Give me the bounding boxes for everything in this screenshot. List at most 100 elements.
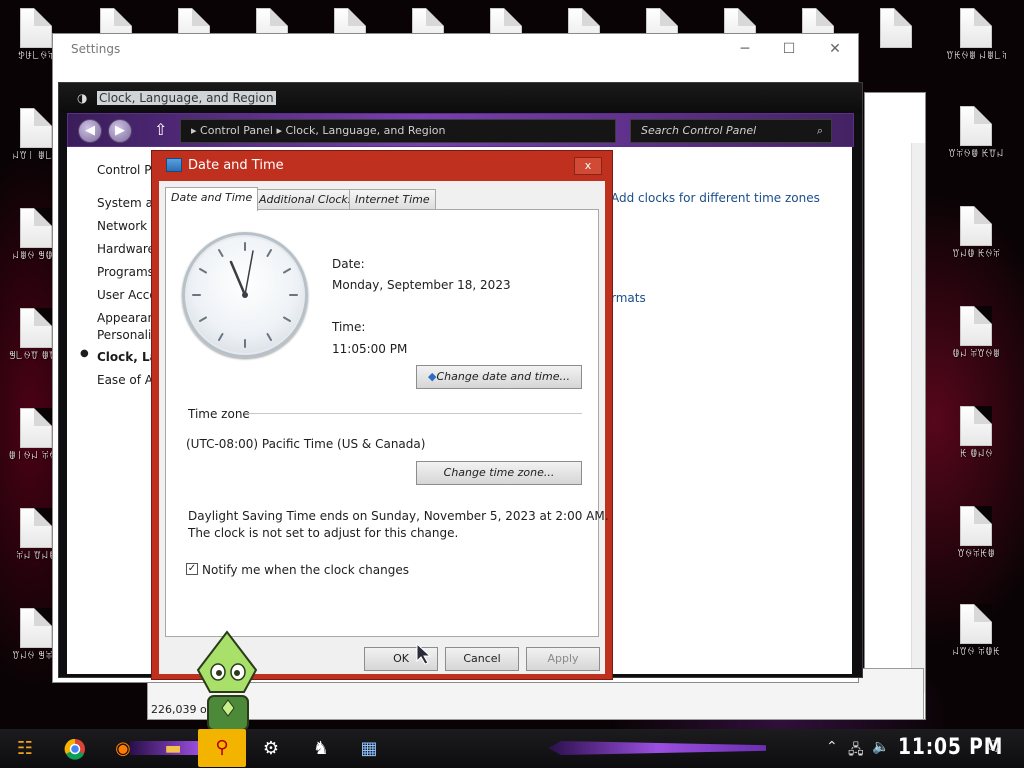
notification-icon[interactable]: 🗨: [984, 739, 1002, 755]
breadcrumb-separator-icon: ▸: [272, 124, 286, 137]
sidebar-item[interactable]: System ar: [97, 196, 155, 210]
bullet-icon: ●: [80, 348, 89, 359]
time-label: Time:: [332, 320, 366, 334]
background-window-panel: [864, 92, 926, 720]
tab-additional-clocks[interactable]: Additional Clocks: [253, 189, 360, 210]
calendar-clock-icon: [166, 158, 182, 172]
sidebar-item[interactable]: Hardware: [97, 242, 155, 256]
desktop-file-icon[interactable]: ꀘ ꂦꈤꍈ: [946, 406, 1006, 461]
file-icon: [960, 106, 992, 146]
taskbar-decoration: [548, 741, 766, 755]
start-button-icon[interactable]: ☷: [8, 732, 42, 766]
file-icon: [960, 306, 992, 346]
file-icon: [20, 108, 52, 148]
analog-clock-icon: [182, 232, 308, 358]
firefox-icon[interactable]: ◉: [106, 732, 140, 766]
maximize-button[interactable]: ☐: [773, 38, 805, 60]
sidebar-item[interactable]: Ease of A: [97, 373, 155, 387]
formats-link[interactable]: rmats: [611, 291, 646, 305]
tab-page-date-and-time: Date: Monday, September 18, 2023 Time: 1…: [165, 209, 609, 637]
settings-title: Settings: [71, 42, 121, 56]
address-bar[interactable]: ▸ Control Panel ▸ Clock, Language, and R…: [180, 119, 616, 143]
control-panel-titlebar: ◑ Clock, Language, and Region: [59, 83, 862, 113]
file-icon: [960, 406, 992, 446]
settings-gear-icon[interactable]: ⚙: [254, 732, 288, 766]
desktop-file-icon[interactable]: ꂦꈤ ꋖꀎꍈꂦ: [946, 306, 1006, 361]
sidebar-item[interactable]: Control Pa: [97, 163, 155, 177]
search-icon[interactable]: ⚲: [198, 729, 246, 767]
file-icon: [20, 208, 52, 248]
search-icon[interactable]: ⌕: [817, 120, 823, 142]
timezone-heading: Time zone: [188, 407, 250, 421]
date-time-app-icon[interactable]: ▦: [352, 732, 386, 766]
taskbar: ☷ ◉ ▬ ⚲ ⚙ ♞ ▦ ⌃ 🖧 🔈 11:05 PM 🗨: [0, 729, 1024, 768]
file-icon: [20, 308, 52, 348]
file-icon: [20, 408, 52, 448]
time-value: 11:05:00 PM: [332, 342, 408, 356]
notify-label[interactable]: Notify me when the clock changes: [202, 563, 409, 577]
cancel-button[interactable]: Cancel: [445, 647, 519, 671]
notify-checkbox[interactable]: ✓: [186, 563, 198, 575]
chrome-icon[interactable]: [58, 732, 92, 766]
tab-internet-time[interactable]: Internet Time: [349, 189, 436, 210]
up-arrow-icon[interactable]: ⇧: [154, 120, 167, 139]
navigation-bar: ◀ ▶ ⇧ ▸ Control Panel ▸ Clock, Language,…: [67, 113, 854, 147]
file-icon: [20, 608, 52, 648]
apply-button[interactable]: Apply: [526, 647, 600, 671]
forward-arrow-icon[interactable]: ▶: [108, 119, 132, 143]
chevron-up-icon[interactable]: ⌃: [826, 739, 838, 755]
back-arrow-icon[interactable]: ◀: [78, 119, 102, 143]
desktop-file-icon[interactable]: [866, 8, 926, 48]
sidebar-item[interactable]: Programs: [97, 265, 155, 279]
search-placeholder: Search Control Panel: [641, 124, 757, 137]
file-icon: [960, 8, 992, 48]
desktop-file-icon[interactable]: ꀎꋖꍈꂦ ꀘꀎꈤ: [946, 106, 1006, 161]
app-icon[interactable]: ♞: [304, 732, 338, 766]
tab-date-and-time[interactable]: Date and Time: [165, 187, 259, 211]
network-icon[interactable]: 🖧: [848, 739, 864, 763]
change-date-time-label: Change date and time...: [436, 370, 570, 383]
sidebar-item[interactable]: Personaliz: [97, 328, 155, 342]
character-sticker-icon: [196, 630, 258, 730]
file-icon: [960, 206, 992, 246]
dst-info-line1: Daylight Saving Time ends on Sunday, Nov…: [188, 509, 609, 523]
scrollbar[interactable]: [911, 143, 925, 693]
change-timezone-button[interactable]: Change time zone...: [416, 461, 582, 485]
dialog-title: Date and Time: [188, 158, 284, 173]
add-clocks-link[interactable]: Add clocks for different time zones: [611, 191, 820, 205]
desktop-file-icon[interactable]: ꀎꍈꋖꀘꂦ: [946, 506, 1006, 561]
file-icon: [880, 8, 912, 48]
breadcrumb-current[interactable]: Clock, Language, and Region: [285, 124, 445, 137]
control-panel-icon: ◑: [77, 91, 88, 105]
mouse-cursor-icon: [416, 643, 432, 665]
dialog-client: Date and Time Additional Clocks Internet…: [159, 181, 609, 674]
sidebar-item[interactable]: User Acco: [97, 288, 155, 302]
search-input[interactable]: Search Control Panel ⌕: [630, 119, 832, 143]
sidebar-item-active[interactable]: Clock, Lan: [97, 350, 155, 364]
sidebar-item[interactable]: Appearanc: [97, 311, 155, 325]
control-panel-title: Clock, Language, and Region: [97, 91, 276, 105]
file-icon: [20, 508, 52, 548]
divider: [248, 413, 582, 414]
timezone-value: (UTC-08:00) Pacific Time (US & Canada): [186, 437, 426, 451]
close-button[interactable]: ✕: [819, 38, 851, 60]
date-time-dialog: Date and Time x Date and Time Additional…: [151, 150, 613, 680]
file-icon: [960, 604, 992, 644]
change-date-time-button[interactable]: ◆Change date and time...: [416, 365, 582, 389]
breadcrumb-separator-icon: ▸: [191, 124, 201, 137]
minimize-button[interactable]: ─: [729, 38, 761, 60]
close-button[interactable]: x: [574, 157, 602, 175]
sidebar-item[interactable]: Network a: [97, 219, 155, 233]
breadcrumb-root[interactable]: Control Panel: [200, 124, 273, 137]
date-value: Monday, September 18, 2023: [332, 278, 511, 292]
desktop-file-icon[interactable]: ꀎꈤꂦ ꀘꍈꋖ: [946, 206, 1006, 261]
file-icon: [960, 506, 992, 546]
date-label: Date:: [332, 257, 365, 271]
volume-icon[interactable]: 🔈: [872, 739, 889, 755]
desktop-file-icon[interactable]: ꈤꀎꍈ ꋖꂦꀘ: [946, 604, 1006, 659]
desktop-file-icon[interactable]: ꀎꀘꍈꂦ ꈤꂦ꒒ꋖ: [946, 8, 1006, 63]
file-explorer-icon[interactable]: ▬: [156, 732, 190, 766]
dst-info-line2: The clock is not set to adjust for this …: [188, 526, 459, 540]
dialog-titlebar: Date and Time x: [152, 151, 612, 181]
shield-icon: ◆: [428, 370, 437, 383]
